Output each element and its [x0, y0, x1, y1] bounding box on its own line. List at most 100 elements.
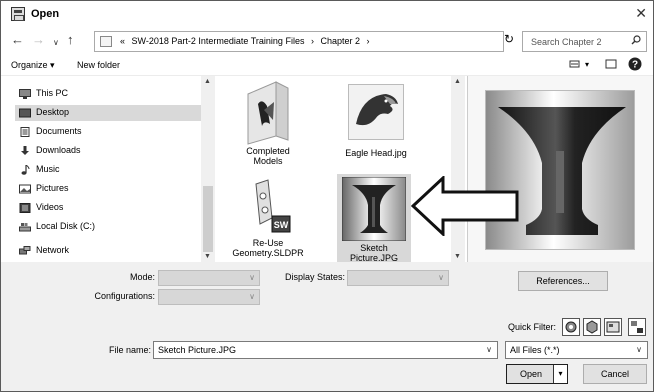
file-item-reuse-geometry[interactable]: SW Re-Use Geometry.SLDPR — [223, 178, 313, 262]
open-button-label: Open — [519, 369, 543, 379]
refresh-icon[interactable]: ↻ — [504, 32, 514, 46]
cancel-button[interactable]: Cancel — [583, 364, 647, 384]
chevron-right-icon: › — [366, 36, 370, 46]
sidebar-item-label: Documents — [36, 126, 82, 136]
chevron-down-icon: ∨ — [636, 345, 642, 354]
view-options-chevron-icon[interactable]: ▾ — [585, 60, 589, 69]
documents-icon — [20, 127, 30, 137]
filter-top-level-icon[interactable] — [628, 318, 646, 336]
preview-pane-icon[interactable] — [605, 58, 617, 70]
forward-icon[interactable]: → — [32, 33, 45, 47]
open-button[interactable]: Open ▾ — [506, 364, 568, 384]
sidebar-item-label: This PC — [36, 88, 69, 98]
chevron-right-icon: › — [310, 36, 314, 46]
sidebar-item-music[interactable]: Music — [19, 162, 209, 178]
search-icon — [631, 35, 641, 45]
filter-parts-icon[interactable] — [562, 318, 580, 336]
file-type-value: All Files (*.*) — [510, 345, 560, 355]
file-item-sketch-picture[interactable]: Sketch Picture.JPG — [337, 174, 411, 263]
solidworks-open-icon — [11, 7, 25, 21]
breadcrumb-item-chapter[interactable]: Chapter 2 — [320, 36, 360, 46]
navigation-bar: ← → ∨ ↑ « SW-2018 Part-2 Intermediate Tr… — [1, 28, 653, 54]
configurations-label: Configurations: — [94, 291, 155, 301]
sidebar-item-desktop[interactable]: Desktop — [15, 105, 201, 121]
display-states-label: Display States: — [284, 272, 345, 282]
downloads-icon — [21, 146, 29, 155]
scroll-up-icon[interactable]: ▲ — [454, 78, 461, 85]
open-dialog: Open ✕ ← → ∨ ↑ « SW-2018 Part-2 Intermed… — [0, 0, 654, 392]
sidebar-item-this-pc[interactable]: This PC — [19, 86, 209, 102]
chevron-down-icon: ∨ — [249, 273, 255, 282]
breadcrumb: « SW-2018 Part-2 Intermediate Training F… — [120, 36, 370, 46]
scroll-up-icon[interactable]: ▲ — [204, 78, 211, 85]
computer-icon — [19, 89, 31, 99]
change-view-icon[interactable] — [569, 58, 581, 70]
sidebar-item-label: Local Disk (C:) — [36, 221, 96, 231]
music-icon — [21, 165, 30, 175]
scrollbar-thumb[interactable] — [203, 186, 213, 252]
options-panel: Mode: ∨ Configurations: ∨ Display States… — [1, 262, 653, 391]
command-bar: Organize ▾ New folder ▾ ? — [1, 54, 653, 76]
drive-icon — [19, 223, 31, 232]
scroll-down-icon[interactable]: ▼ — [454, 253, 461, 260]
references-button[interactable]: References... — [518, 271, 608, 291]
sidebar-item-pictures[interactable]: Pictures — [19, 181, 209, 197]
file-item-completed-models[interactable]: Completed Models — [223, 78, 313, 174]
sidebar-item-network[interactable]: Network — [19, 243, 209, 259]
recent-locations-icon[interactable]: ∨ — [53, 36, 59, 50]
filter-assemblies-icon[interactable] — [583, 318, 601, 336]
chevron-down-icon: ∨ — [249, 292, 255, 301]
search-input[interactable]: Search Chapter 2 — [531, 37, 602, 47]
sidebar-item-videos[interactable]: Videos — [19, 200, 209, 216]
quick-filter-label: Quick Filter: — [508, 322, 557, 332]
videos-icon — [19, 203, 31, 213]
callout-arrow — [411, 176, 519, 236]
scroll-down-icon[interactable]: ▼ — [204, 253, 211, 260]
mode-select[interactable]: ∨ — [158, 270, 260, 286]
open-options-dropdown[interactable]: ▾ — [553, 365, 567, 383]
sketch-picture-thumbnail — [342, 177, 406, 241]
help-icon[interactable]: ? — [628, 57, 642, 71]
close-icon[interactable]: ✕ — [635, 5, 647, 22]
navigation-pane: This PC Desktop Documents Downloads Musi… — [1, 76, 211, 262]
sidebar-item-label: Videos — [36, 202, 64, 212]
sidebar-item-label: Music — [36, 164, 60, 174]
file-item-eagle-head[interactable]: Eagle Head.jpg — [331, 78, 421, 174]
mode-label: Mode: — [129, 272, 155, 282]
navigation-scrollbar[interactable]: ▲ ▼ — [201, 76, 215, 262]
search-box[interactable]: Search Chapter 2 — [522, 31, 647, 52]
title-bar: Open ✕ — [1, 1, 653, 28]
folder-icon — [247, 81, 289, 145]
file-name-label: File name: — [108, 345, 151, 355]
file-name-input[interactable]: Sketch Picture.JPG ∨ — [153, 341, 498, 359]
breadcrumb-overflow[interactable]: « — [120, 36, 125, 46]
sidebar-item-local-disk[interactable]: Local Disk (C:) — [19, 219, 209, 235]
sidebar-item-label: Pictures — [36, 183, 69, 193]
chevron-down-icon[interactable]: ∨ — [486, 345, 492, 354]
sidebar-item-label: Downloads — [36, 145, 81, 155]
file-name: Models — [253, 156, 283, 166]
address-bar[interactable]: « SW-2018 Part-2 Intermediate Training F… — [94, 31, 586, 52]
sidebar-item-documents[interactable]: Documents — [19, 124, 209, 140]
sidebar-item-label: Network — [36, 245, 70, 255]
filter-drawings-icon[interactable] — [604, 318, 622, 336]
eagle-head-thumbnail — [348, 84, 404, 140]
network-icon — [19, 246, 31, 255]
sidebar-item-downloads[interactable]: Downloads — [19, 143, 209, 159]
file-name: Sketch — [360, 243, 388, 253]
solidworks-part-icon: SW — [255, 179, 291, 233]
desktop-icon — [19, 108, 31, 118]
new-folder-button[interactable]: New folder — [77, 60, 120, 70]
chevron-down-icon: ∨ — [438, 273, 444, 282]
back-icon[interactable]: ← — [11, 33, 24, 47]
organize-button[interactable]: Organize ▾ — [11, 60, 55, 71]
sidebar-item-label: Desktop — [36, 107, 70, 117]
dialog-title: Open — [31, 8, 60, 20]
up-folder-icon[interactable]: ↑ — [67, 33, 74, 47]
breadcrumb-item-training-files[interactable]: SW-2018 Part-2 Intermediate Training Fil… — [132, 36, 305, 46]
configurations-select[interactable]: ∨ — [158, 289, 260, 305]
display-states-select[interactable]: ∨ — [347, 270, 449, 286]
file-name: Re-Use — [252, 238, 284, 248]
file-type-select[interactable]: All Files (*.*) ∨ — [505, 341, 648, 359]
file-name: Geometry.SLDPR — [232, 248, 304, 258]
